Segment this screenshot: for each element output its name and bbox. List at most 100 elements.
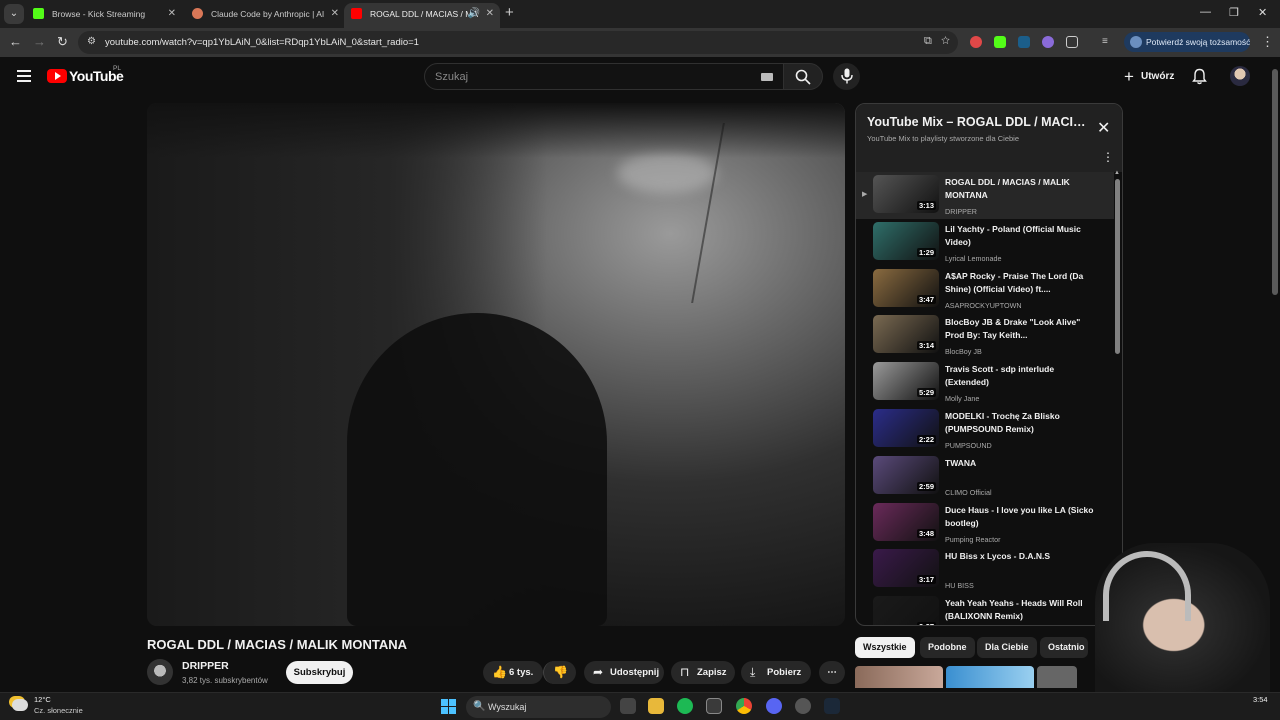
playlist-item-thumbnail[interactable]: 3:17 [873,549,939,588]
bookmark-star-icon[interactable]: ⧉ ☆ [924,35,950,48]
file-explorer-icon[interactable] [648,698,664,714]
playlist-item-title[interactable]: TWANA [945,457,1095,470]
channel-avatar[interactable] [147,659,173,685]
forward-arrow-icon[interactable]: → [33,34,46,49]
keyboard-icon[interactable] [761,73,773,81]
task-view-icon[interactable] [620,698,636,714]
playlist-item-thumbnail[interactable]: 3:13 [873,175,939,213]
playlist-item[interactable]: 3:14 BlocBoy JB & Drake "Look Alive" Prod… [856,312,1114,359]
reload-icon[interactable]: ↻ [57,34,68,50]
playlist-item-title[interactable]: HU Biss x Lycos - D.A.N.S [945,550,1095,563]
playlist-scrollbar[interactable]: ▲ [1114,170,1122,616]
create-button[interactable]: + Utwórz [1116,65,1176,89]
save-button[interactable]: ⊓ Zapisz [671,661,735,684]
like-button[interactable]: 👍 6 tys. [483,661,543,684]
close-icon[interactable]: ✕ [331,3,339,25]
playlist-item-thumbnail[interactable]: 3:14 [873,315,939,354]
video-player[interactable] [147,103,845,626]
playlist-item[interactable]: 2:22 MODELKI - Trochę Za Blisko (PUMPSOUN… [856,406,1114,453]
close-icon[interactable]: ✕ [486,3,494,25]
discord-icon[interactable] [766,698,782,714]
browser-tab[interactable]: Claude Code by Anthropic | AI ✕ [185,3,345,28]
playlist-item-title[interactable]: Travis Scott - sdp interlude (Extended) [945,363,1095,389]
playlist-item[interactable]: 2:27 Yeah Yeah Yeahs - Heads Will Roll (B… [856,593,1114,625]
more-actions-button[interactable]: ⋯ [819,661,845,684]
chip-all[interactable]: Wszystkie [855,637,915,658]
browser-tab-active[interactable]: ROGAL DDL / MACIAS / MA 🔊 ✕ [344,3,500,28]
spotify-icon[interactable] [677,698,693,714]
notifications-bell-icon[interactable] [1192,68,1207,85]
chrome-icon[interactable] [736,698,752,714]
windows-start-icon[interactable] [441,699,456,714]
channel-name[interactable]: DRIPPER [182,660,229,672]
playlist-item[interactable]: 3:48 Duce Haus - I love you like LA (Sick… [856,500,1114,547]
store-icon[interactable] [706,698,722,714]
download-button[interactable]: ⤓ Pobierz [741,661,811,684]
more-vertical-icon[interactable]: ⋮ [1102,150,1114,164]
playlist-item-title[interactable]: BlocBoy JB & Drake "Look Alive" Prod By:… [945,316,1095,342]
site-info-icon[interactable]: ⚙ [87,36,96,47]
steam-icon[interactable] [824,698,840,714]
hamburger-menu-icon[interactable] [17,70,31,85]
new-tab-button[interactable]: + [505,4,514,21]
share-button[interactable]: ➦ Udostępnij [584,661,664,684]
playlist-item-title[interactable]: Duce Haus - I love you like LA (Sicko bo… [945,504,1095,530]
related-video-thumbnail[interactable] [946,666,1034,688]
playlist-item[interactable]: 3:47 A$AP Rocky - Praise The Lord (Da Shi… [856,266,1114,313]
extension-icon[interactable] [1042,36,1054,48]
extension-icon[interactable] [970,36,982,48]
tab-search-button[interactable]: ⌄ [4,4,24,24]
taskbar-search[interactable]: 🔍 Wyszukaj [466,696,611,718]
playlist-item-title[interactable]: MODELKI - Trochę Za Blisko (PUMPSOUND Re… [945,410,1095,436]
playlist-item-thumbnail[interactable]: 1:29 [873,221,939,260]
speaker-icon[interactable]: 🔊 [468,3,480,25]
chip-related[interactable]: Podobne [920,637,975,658]
search-button[interactable] [783,63,823,90]
address-bar[interactable]: ⚙ youtube.com/watch?v=qp1YbLAiN_0&list=R… [78,31,958,54]
playlist-item-title[interactable]: Yeah Yeah Yeahs - Heads Will Roll (BALIX… [945,597,1095,623]
chip-for-you[interactable]: Dla Ciebie [977,637,1037,658]
playlist-scrollbar-thumb[interactable] [1115,179,1120,354]
weather-icon[interactable] [12,699,28,711]
playlist-item-title[interactable]: A$AP Rocky - Praise The Lord (Da Shine) … [945,270,1095,296]
playlist-item-thumbnail[interactable]: 2:22 [873,408,939,447]
playlist-item-thumbnail[interactable]: 5:29 [873,362,939,401]
page-scrollbar-thumb[interactable] [1272,69,1278,295]
playlist-item-thumbnail[interactable]: 3:48 [873,502,939,541]
maximize-button[interactable]: ❐ [1229,6,1239,19]
playlist-item-title[interactable]: ROGAL DDL / MACIAS / MALIK MONTANA [945,176,1095,202]
minimize-button[interactable]: — [1200,6,1211,18]
avatar[interactable] [1230,66,1250,86]
voice-search-button[interactable] [833,63,860,90]
playlist-title[interactable]: YouTube Mix – ROGAL DDL / MACIAS / MALIK… [867,115,1092,129]
close-icon[interactable]: ✕ [168,3,176,25]
reading-list-icon[interactable]: ≡ [1102,36,1114,48]
profile-chip[interactable]: Potwierdź swoją tożsamość [1124,32,1250,52]
subscribe-button[interactable]: Subskrybuj [286,661,353,684]
youtube-logo-icon[interactable] [47,69,67,83]
scroll-up-icon[interactable]: ▲ [1114,170,1120,176]
search-input[interactable]: Szukaj [424,63,784,90]
playlist-item-thumbnail[interactable]: 3:47 [873,268,939,307]
back-arrow-icon[interactable]: ← [9,34,22,49]
chip-recent[interactable]: Ostatnio [1040,637,1088,658]
playlist-item[interactable]: 3:17 HU Biss x Lycos - D.A.N.S HU BISS [856,546,1114,593]
playlist-item-thumbnail[interactable]: 2:59 [873,455,939,494]
page-scrollbar[interactable] [1270,57,1280,692]
extensions-puzzle-icon[interactable] [1066,36,1078,48]
playlist-item-thumbnail[interactable]: 2:27 [873,596,939,625]
window-close-button[interactable]: ✕ [1258,6,1267,19]
playlist-item-title[interactable]: Lil Yachty - Poland (Official Music Vide… [945,223,1095,249]
close-icon[interactable]: ✕ [1097,118,1110,138]
browser-menu-icon[interactable]: ⋮ [1261,34,1274,50]
playlist-item[interactable]: ▶ 3:13 ROGAL DDL / MACIAS / MALIK MONTANA D… [856,172,1114,219]
related-video-thumbnail[interactable] [855,666,943,688]
related-video-thumbnail[interactable] [1037,666,1077,688]
dislike-button[interactable]: 👎 [543,661,576,684]
playlist-item[interactable]: 2:59 TWANA CLIMO Official [856,453,1114,500]
browser-tab[interactable]: Browse - Kick Streaming ✕ [26,3,182,28]
extension-icon[interactable] [1018,36,1030,48]
playlist-item[interactable]: 1:29 Lil Yachty - Poland (Official Music … [856,219,1114,266]
extension-icon[interactable] [994,36,1006,48]
playlist-item[interactable]: 5:29 Travis Scott - sdp interlude (Extend… [856,359,1114,406]
